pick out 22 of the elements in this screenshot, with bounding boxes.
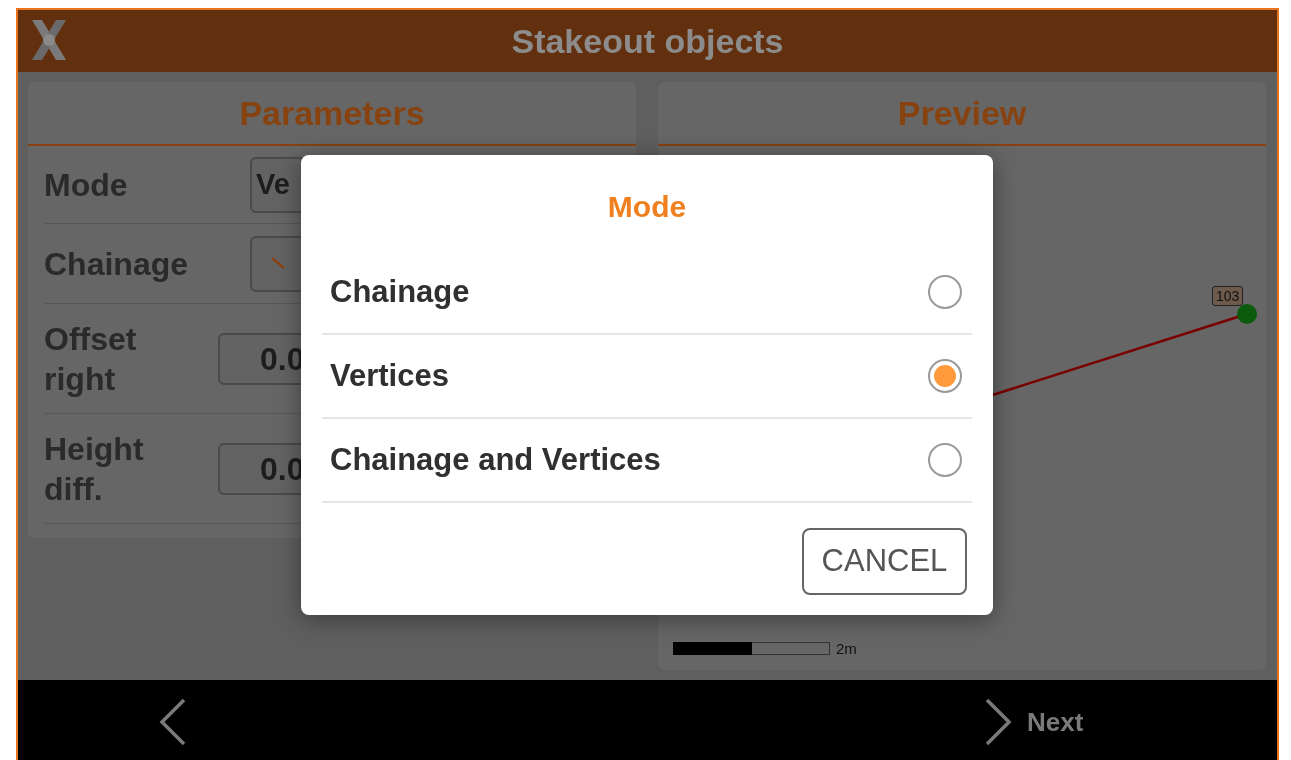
radio-option[interactable]: Chainage — [322, 251, 972, 335]
radio-option[interactable]: Vertices — [322, 335, 972, 419]
panel-title: Preview — [658, 82, 1266, 146]
next-button[interactable]: Next — [983, 698, 1084, 746]
field-label: Offset right — [44, 319, 138, 399]
back-chevron-icon — [158, 698, 188, 746]
radio-option[interactable]: Chainage and Vertices — [322, 419, 972, 503]
radio-button[interactable] — [928, 275, 962, 309]
next-chevron-icon — [983, 698, 1013, 746]
screen-title: Stakeout objects — [510, 20, 785, 62]
field-label: Chainage — [44, 244, 190, 284]
radio-button[interactable] — [928, 443, 962, 477]
back-button[interactable] — [158, 698, 188, 746]
field-label: Height diff. — [44, 429, 145, 509]
cancel-button[interactable]: CANCEL — [802, 528, 967, 595]
scale-label: 2m — [836, 638, 857, 659]
point-label: 103 — [1212, 286, 1244, 306]
point-marker — [1237, 304, 1257, 324]
radio-button[interactable] — [928, 359, 962, 393]
field-label: Mode — [44, 165, 129, 205]
panel-title: Parameters — [28, 82, 636, 146]
dialog-title: Mode — [606, 189, 688, 225]
